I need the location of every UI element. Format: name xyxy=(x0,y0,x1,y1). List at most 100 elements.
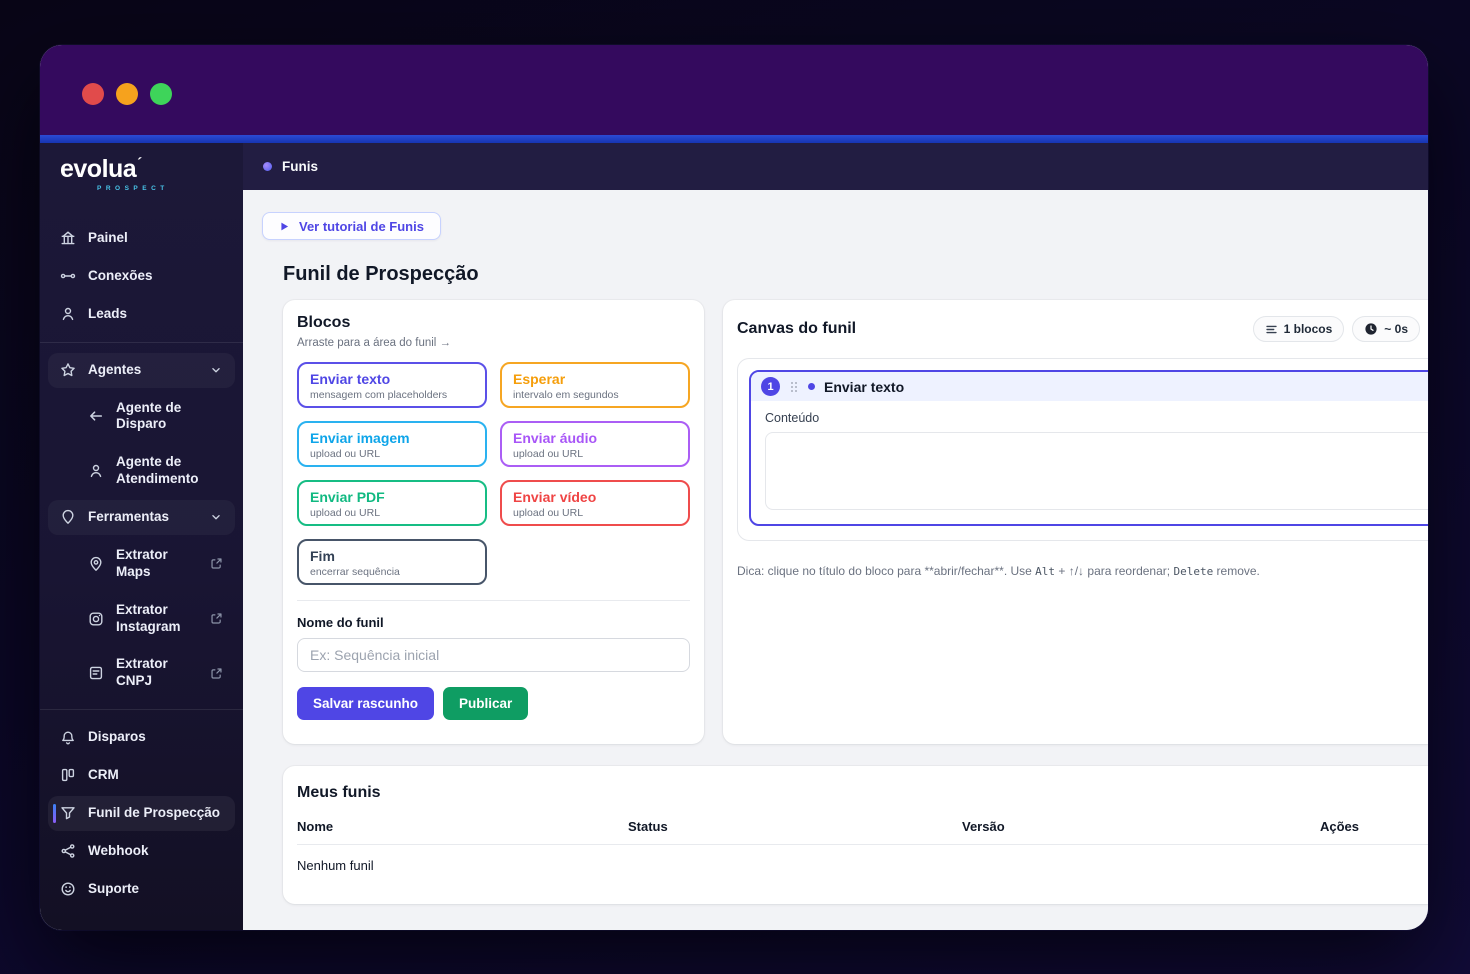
canvas-panel-title: Canvas do funil xyxy=(737,320,857,337)
alt-key-label: Alt xyxy=(1035,565,1056,578)
logo-tagline: PROSPECT xyxy=(97,185,169,192)
block-esperar[interactable]: Esperar intervalo em segundos xyxy=(500,362,690,408)
block-enviar-imagem[interactable]: Enviar imagem upload ou URL xyxy=(297,421,487,467)
sidebar: evolua´ PROSPECT Painel Conexões Leads A… xyxy=(40,143,243,930)
content-area: Ver tutorial de Funis Funil de Prospecçã… xyxy=(243,190,1428,930)
sidebar-item-extrator-maps[interactable]: Extrator Maps xyxy=(48,538,235,590)
external-link-icon xyxy=(210,557,223,570)
logo-text: evolua xyxy=(60,155,137,183)
sidebar-item-disparos[interactable]: Disparos xyxy=(48,720,235,755)
content-label: Conteúdo xyxy=(765,411,820,425)
canvas-hint: Dica: clique no título do bloco para **a… xyxy=(737,564,1260,578)
map-pin-icon xyxy=(60,509,76,525)
sidebar-item-agente-de-atendimento[interactable]: Agente de Atendimento xyxy=(48,445,235,497)
logo: evolua´ PROSPECT xyxy=(40,143,243,202)
block-enviar-audio[interactable]: Enviar áudio upload ou URL xyxy=(500,421,690,467)
block-title: Enviar vídeo xyxy=(513,489,597,505)
block-title: Enviar áudio xyxy=(513,430,598,446)
blocks-count-badge: 1 blocos xyxy=(1252,316,1345,342)
save-draft-button[interactable]: Salvar rascunho xyxy=(297,687,435,720)
logo-accent: ´ xyxy=(137,155,142,172)
star-icon xyxy=(60,362,76,378)
block-fim[interactable]: Fim encerrar sequência xyxy=(297,539,487,585)
smile-icon xyxy=(60,881,76,897)
breadcrumb-dot-icon xyxy=(263,162,272,171)
external-link-icon xyxy=(210,667,223,680)
active-indicator xyxy=(53,803,56,823)
zoom-icon[interactable] xyxy=(150,83,172,105)
blocks-panel-hint: Arraste para a área do funil → xyxy=(297,337,452,349)
chevron-down-icon xyxy=(209,510,223,524)
play-icon xyxy=(279,221,290,232)
content-textarea[interactable] xyxy=(765,432,1428,510)
column-header-acoes: Ações xyxy=(1320,819,1360,834)
sidebar-item-extrator-instagram[interactable]: Extrator Instagram xyxy=(48,593,235,645)
sidebar-item-conexoes[interactable]: Conexões xyxy=(48,259,235,294)
sidebar-item-label: Funil de Prospecção xyxy=(88,804,221,820)
table-header-row: Nome Status Versão Ações xyxy=(297,819,1428,845)
block-title: Fim xyxy=(310,548,335,564)
column-header-versao: Versão xyxy=(962,819,1005,834)
sidebar-item-label: Suporte xyxy=(88,880,140,896)
block-enviar-video[interactable]: Enviar vídeo upload ou URL xyxy=(500,480,690,526)
blocks-panel: Blocos Arraste para a área do funil → En… xyxy=(283,300,704,744)
sidebar-item-funil-de-prospeccao[interactable]: Funil de Prospecção xyxy=(48,795,235,831)
canvas-block-enviar-texto: 1 Enviar texto Conteúdo xyxy=(749,370,1428,526)
column-header-status: Status xyxy=(628,819,668,834)
sidebar-nav: Painel Conexões Leads Agentes Agente de … xyxy=(40,202,243,930)
sidebar-item-painel[interactable]: Painel xyxy=(48,221,235,256)
sidebar-item-label: Extrator Maps xyxy=(116,546,168,579)
block-subtitle: upload ou URL xyxy=(513,448,584,461)
sidebar-item-webhook[interactable]: Webhook xyxy=(48,834,235,869)
sidebar-item-leads[interactable]: Leads xyxy=(48,297,235,332)
topbar: Funis xyxy=(243,143,1428,190)
sidebar-item-label: Painel xyxy=(88,230,128,245)
block-subtitle: upload ou URL xyxy=(310,507,381,520)
sidebar-item-label: Conexões xyxy=(88,267,153,283)
drag-handle-icon[interactable] xyxy=(789,380,799,394)
block-enviar-pdf[interactable]: Enviar PDF upload ou URL xyxy=(297,480,487,526)
minimize-icon[interactable] xyxy=(116,83,138,105)
sidebar-item-label: Extrator Instagram xyxy=(116,601,181,634)
close-icon[interactable] xyxy=(82,83,104,105)
block-subtitle: upload ou URL xyxy=(310,448,381,461)
sidebar-item-extrator-cnpj[interactable]: Extrator CNPJ xyxy=(48,647,235,699)
link-icon xyxy=(60,268,76,284)
block-index-badge: 1 xyxy=(761,377,780,396)
sidebar-item-agente-de-disparo[interactable]: Agente de Disparo xyxy=(48,391,235,443)
my-funnels-panel: Meus funis Nome Status Versão Ações Nenh… xyxy=(283,766,1428,904)
sidebar-item-suporte[interactable]: Suporte xyxy=(48,872,235,907)
user-icon xyxy=(60,306,76,322)
canvas-panel: Canvas do funil 1 blocos ~ 0s 1 Enviar t… xyxy=(723,300,1428,744)
sidebar-group-ferramentas[interactable]: Ferramentas xyxy=(48,500,235,535)
app-window: evolua´ PROSPECT Painel Conexões Leads A… xyxy=(40,45,1428,930)
divider xyxy=(297,600,690,601)
external-link-icon xyxy=(210,612,223,625)
sidebar-item-label: Webhook xyxy=(88,842,149,858)
tutorial-button[interactable]: Ver tutorial de Funis xyxy=(262,212,441,240)
funnel-name-input[interactable] xyxy=(297,638,690,672)
landmark-icon xyxy=(60,230,76,246)
canvas-block-header[interactable]: 1 Enviar texto xyxy=(751,372,1428,401)
block-enviar-texto[interactable]: Enviar texto mensagem com placeholders xyxy=(297,362,487,408)
publish-button[interactable]: Publicar xyxy=(443,687,529,720)
block-subtitle: mensagem com placeholders xyxy=(310,389,448,402)
empty-table-message: Nenhum funil xyxy=(297,858,374,873)
sidebar-item-crm[interactable]: CRM xyxy=(48,758,235,793)
list-icon xyxy=(1265,323,1278,336)
file-icon xyxy=(88,665,104,681)
block-subtitle: intervalo em segundos xyxy=(513,389,619,402)
block-title: Enviar texto xyxy=(310,371,391,387)
sidebar-item-label: Agente de Disparo xyxy=(116,399,182,432)
canvas-dropzone[interactable]: 1 Enviar texto Conteúdo xyxy=(737,358,1428,541)
sidebar-divider xyxy=(40,341,243,343)
block-title: Esperar xyxy=(513,371,566,387)
funnel-name-label: Nome do funil xyxy=(297,615,384,630)
sidebar-item-label: Extrator CNPJ xyxy=(116,656,168,689)
clock-icon xyxy=(1364,322,1378,336)
sidebar-item-label: Agentes xyxy=(88,361,142,377)
block-type-dot-icon xyxy=(808,383,815,390)
sidebar-item-label: CRM xyxy=(88,767,119,782)
sidebar-group-agentes[interactable]: Agentes xyxy=(48,352,235,388)
block-title: Enviar imagem xyxy=(310,430,410,446)
